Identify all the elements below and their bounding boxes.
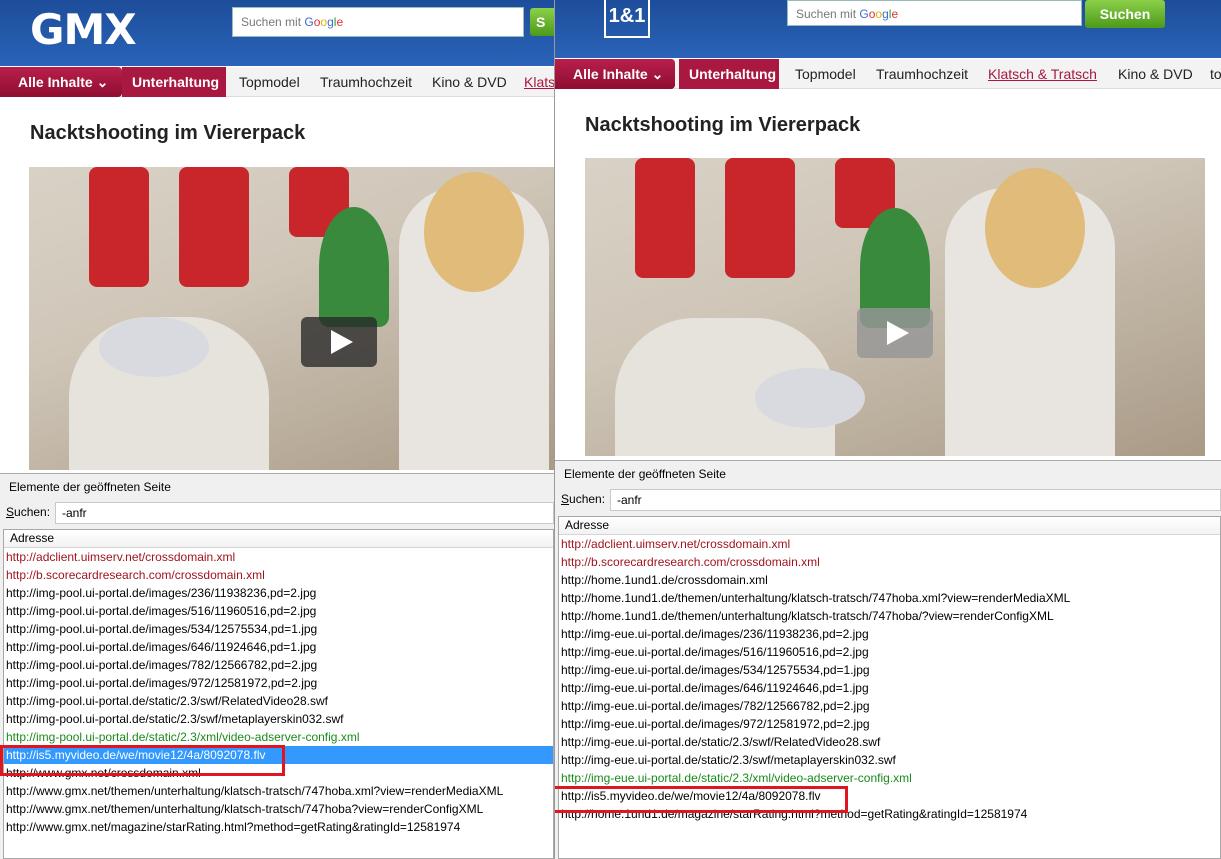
video-player[interactable] [29, 167, 554, 470]
filter-label: Suchen: [561, 492, 606, 506]
search-button[interactable]: Suchen [1085, 0, 1165, 28]
list-item[interactable]: http://img-eue.ui-portal.de/static/2.3/s… [559, 751, 1220, 769]
gmx-logo[interactable]: GMX [30, 5, 137, 54]
nav-item-topmodel[interactable]: Topmodel [239, 67, 300, 97]
list-item[interactable]: http://home.1und1.de/themen/unterhaltung… [559, 607, 1220, 625]
filter-input[interactable]: -anfr [55, 502, 554, 524]
page-elements-panel: Elemente der geöffneten Seite Suchen: -a… [0, 473, 554, 859]
list-item[interactable]: http://img-eue.ui-portal.de/static/2.3/s… [559, 733, 1220, 751]
gmx-pane: GMX Suchen mit Google S Alle Inhalte ⌄ U… [0, 0, 554, 859]
list-item[interactable]: http://home.1und1.de/themen/unterhaltung… [559, 589, 1220, 607]
nav-item-kino-dvd[interactable]: Kino & DVD [432, 67, 507, 97]
list-item[interactable]: http://img-pool.ui-portal.de/static/2.3/… [4, 728, 553, 746]
list-item[interactable]: http://www.gmx.net/magazine/starRating.h… [4, 818, 553, 836]
nav-item-klatsch-tratsch[interactable]: Klatsch & Tratsch [988, 59, 1097, 89]
nav-item-kino-dvd[interactable]: Kino & DVD [1118, 59, 1193, 89]
google-wordmark: Google [859, 7, 899, 21]
search-placeholder: Suchen mit Google [241, 15, 344, 29]
column-header-address[interactable]: Adresse [4, 530, 553, 548]
list-item[interactable]: http://img-eue.ui-portal.de/images/534/1… [559, 661, 1220, 679]
video-frame [585, 158, 1205, 456]
highlight-box [0, 745, 285, 776]
nav-item-traumhochzeit[interactable]: Traumhochzeit [320, 67, 412, 97]
highlight-box [555, 786, 848, 813]
nav-item-traumhochzeit[interactable]: Traumhochzeit [876, 59, 968, 89]
search-button[interactable]: S [530, 8, 554, 36]
list-item[interactable]: http://img-pool.ui-portal.de/static/2.3/… [4, 710, 553, 728]
filter-input[interactable]: -anfr [610, 489, 1221, 511]
filter-row: Suchen: -anfr [559, 489, 1221, 511]
search-input[interactable]: Suchen mit Google [787, 0, 1082, 26]
main-nav: Alle Inhalte ⌄ Unterhaltung Topmodel Tra… [555, 59, 1221, 89]
list-item[interactable]: http://img-eue.ui-portal.de/images/782/1… [559, 697, 1220, 715]
google-wordmark: Google [304, 15, 344, 29]
main-nav: Alle Inhalte ⌄ Unterhaltung Topmodel Tra… [0, 67, 554, 97]
list-item[interactable]: http://b.scorecardresearch.com/crossdoma… [559, 553, 1220, 571]
list-item[interactable]: http://img-pool.ui-portal.de/static/2.3/… [4, 692, 553, 710]
nav-all-content-button[interactable]: Alle Inhalte ⌄ [0, 67, 122, 97]
einsundeins-logo[interactable]: 1&1 [604, 0, 650, 38]
list-item[interactable]: http://img-pool.ui-portal.de/images/236/… [4, 584, 553, 602]
list-item[interactable]: http://img-pool.ui-portal.de/images/782/… [4, 656, 553, 674]
list-item[interactable]: http://img-pool.ui-portal.de/images/534/… [4, 620, 553, 638]
list-item[interactable]: http://img-pool.ui-portal.de/images/646/… [4, 638, 553, 656]
search-input[interactable]: Suchen mit Google [232, 7, 524, 37]
list-item[interactable]: http://adclient.uimserv.net/crossdomain.… [4, 548, 553, 566]
list-item[interactable]: http://img-pool.ui-portal.de/images/972/… [4, 674, 553, 692]
list-item[interactable]: http://www.gmx.net/themen/unterhaltung/k… [4, 800, 553, 818]
chevron-down-icon: ⌄ [96, 74, 109, 90]
list-item[interactable]: http://img-eue.ui-portal.de/static/2.3/x… [559, 769, 1220, 787]
page-title: Nacktshooting im Viererpack [585, 114, 861, 136]
list-item[interactable]: http://img-eue.ui-portal.de/images/972/1… [559, 715, 1220, 733]
list-item[interactable]: http://adclient.uimserv.net/crossdomain.… [559, 535, 1220, 553]
chevron-down-icon: ⌄ [651, 66, 664, 82]
page-title: Nacktshooting im Viererpack [30, 122, 306, 144]
nav-all-content-button[interactable]: Alle Inhalte ⌄ [555, 59, 675, 89]
nav-category-entertainment[interactable]: Unterhaltung [122, 67, 226, 97]
site-header: 1&1 Suchen mit Google Suchen [555, 0, 1221, 58]
nav-category-entertainment[interactable]: Unterhaltung [679, 59, 779, 89]
list-item[interactable]: http://img-eue.ui-portal.de/images/646/1… [559, 679, 1220, 697]
play-button[interactable] [857, 308, 933, 358]
panel-title: Elemente der geöffneten Seite [9, 480, 171, 494]
filter-label: Suchen: [6, 505, 51, 519]
comparison-screenshot: GMX Suchen mit Google S Alle Inhalte ⌄ U… [0, 0, 1221, 859]
list-item[interactable]: http://home.1und1.de/crossdomain.xml [559, 571, 1220, 589]
list-item[interactable]: http://img-eue.ui-portal.de/images/516/1… [559, 643, 1220, 661]
nav-item-topmodel[interactable]: Topmodel [795, 59, 856, 89]
video-player[interactable] [585, 158, 1205, 456]
list-item[interactable]: http://www.gmx.net/themen/unterhaltung/k… [4, 782, 553, 800]
list-item[interactable]: http://img-pool.ui-portal.de/images/516/… [4, 602, 553, 620]
nav-item-more[interactable]: to [1210, 59, 1221, 89]
list-item[interactable]: http://b.scorecardresearch.com/crossdoma… [4, 566, 553, 584]
filter-row: Suchen: -anfr [4, 502, 554, 524]
video-frame [29, 167, 554, 470]
site-header: GMX Suchen mit Google S [0, 0, 554, 66]
search-placeholder: Suchen mit Google [796, 7, 899, 21]
nav-item-klatsch[interactable]: Klats [524, 67, 554, 97]
list-item[interactable]: http://img-eue.ui-portal.de/images/236/1… [559, 625, 1220, 643]
play-button[interactable] [301, 317, 377, 367]
column-header-address[interactable]: Adresse [559, 517, 1220, 535]
panel-title: Elemente der geöffneten Seite [564, 467, 726, 481]
einsundeins-pane: 1&1 Suchen mit Google Suchen Alle Inhalt… [554, 0, 1221, 859]
address-list: Adresse http://adclient.uimserv.net/cros… [3, 529, 554, 859]
